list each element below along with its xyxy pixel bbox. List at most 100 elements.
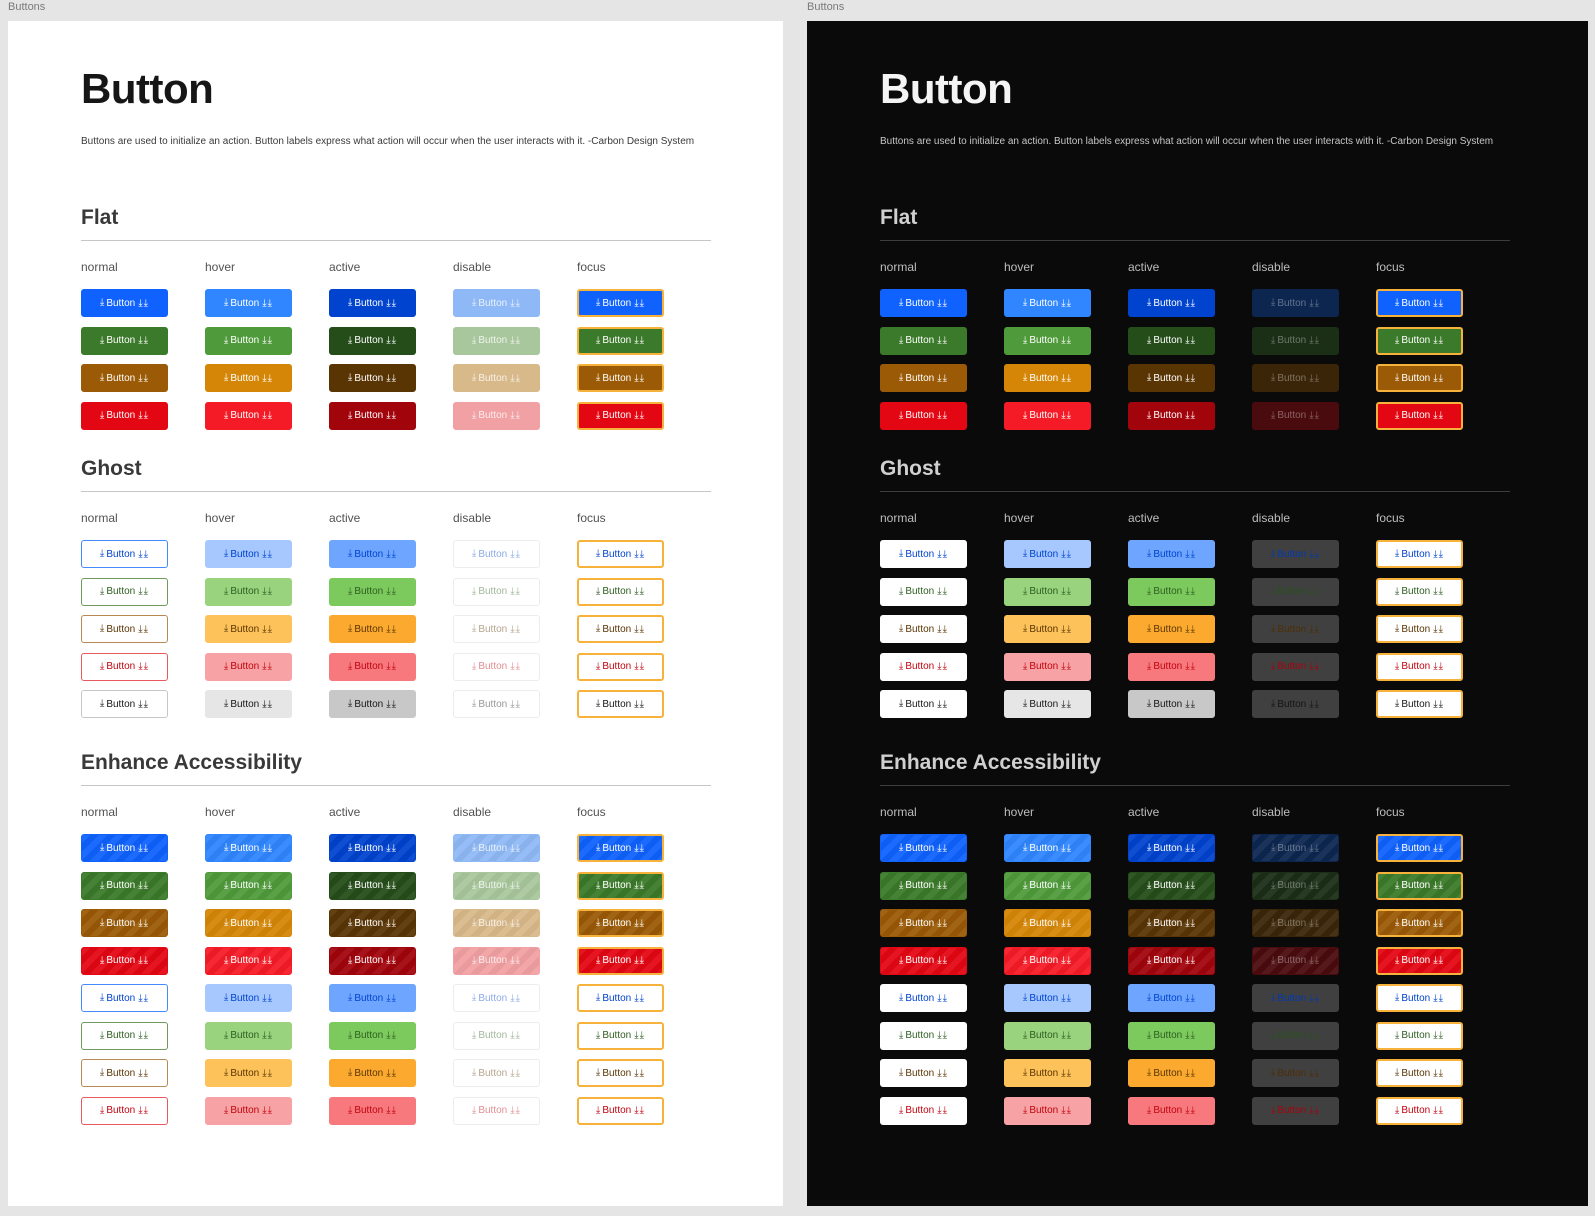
button-amber-normal[interactable]: ⤓ Button ⤓⤓ — [81, 364, 168, 392]
button-red-normal[interactable]: ⤓ Button ⤓⤓ — [880, 652, 967, 681]
button-blue-focus[interactable]: ⤓ Button ⤓⤓ — [577, 834, 664, 862]
button-green-normal[interactable]: ⤓ Button ⤓⤓ — [880, 326, 967, 355]
button-amber-active[interactable]: ⤓ Button ⤓⤓ — [329, 909, 416, 937]
button-green-hover[interactable]: ⤓ Button ⤓⤓ — [1004, 1021, 1091, 1050]
button-red-normal[interactable]: ⤓ Button ⤓⤓ — [880, 1096, 967, 1125]
button-amber-focus[interactable]: ⤓ Button ⤓⤓ — [577, 615, 664, 643]
button-blue-active[interactable]: ⤓ Button ⤓⤓ — [1128, 289, 1215, 317]
button-red-hover[interactable]: ⤓ Button ⤓⤓ — [1004, 401, 1091, 430]
button-red-normal[interactable]: ⤓ Button ⤓⤓ — [81, 946, 168, 975]
button-red-focus[interactable]: ⤓ Button ⤓⤓ — [1376, 1096, 1463, 1125]
button-blue-hover[interactable]: ⤓ Button ⤓⤓ — [1004, 289, 1091, 317]
button-amber-normal[interactable]: ⤓ Button ⤓⤓ — [880, 615, 967, 643]
button-red-hover[interactable]: ⤓ Button ⤓⤓ — [205, 946, 292, 975]
button-green-hover[interactable]: ⤓ Button ⤓⤓ — [205, 577, 292, 606]
button-green-normal[interactable]: ⤓ Button ⤓⤓ — [81, 871, 168, 900]
button-red-hover[interactable]: ⤓ Button ⤓⤓ — [205, 1096, 292, 1125]
button-amber-hover[interactable]: ⤓ Button ⤓⤓ — [205, 615, 292, 643]
button-green-hover[interactable]: ⤓ Button ⤓⤓ — [205, 871, 292, 900]
button-amber-focus[interactable]: ⤓ Button ⤓⤓ — [577, 909, 664, 937]
button-green-hover[interactable]: ⤓ Button ⤓⤓ — [205, 326, 292, 355]
button-green-active[interactable]: ⤓ Button ⤓⤓ — [1128, 577, 1215, 606]
button-red-focus[interactable]: ⤓ Button ⤓⤓ — [577, 401, 664, 430]
button-amber-normal[interactable]: ⤓ Button ⤓⤓ — [81, 909, 168, 937]
button-blue-focus[interactable]: ⤓ Button ⤓⤓ — [577, 289, 664, 317]
button-amber-hover[interactable]: ⤓ Button ⤓⤓ — [1004, 615, 1091, 643]
button-amber-active[interactable]: ⤓ Button ⤓⤓ — [329, 615, 416, 643]
button-green-hover[interactable]: ⤓ Button ⤓⤓ — [1004, 577, 1091, 606]
button-green-normal[interactable]: ⤓ Button ⤓⤓ — [880, 577, 967, 606]
button-green-focus[interactable]: ⤓ Button ⤓⤓ — [577, 1021, 664, 1050]
button-blue-focus[interactable]: ⤓ Button ⤓⤓ — [1376, 289, 1463, 317]
button-blue-normal[interactable]: ⤓ Button ⤓⤓ — [880, 984, 967, 1012]
button-amber-focus[interactable]: ⤓ Button ⤓⤓ — [1376, 1059, 1463, 1087]
button-red-hover[interactable]: ⤓ Button ⤓⤓ — [1004, 946, 1091, 975]
button-green-active[interactable]: ⤓ Button ⤓⤓ — [1128, 326, 1215, 355]
button-green-focus[interactable]: ⤓ Button ⤓⤓ — [577, 871, 664, 900]
button-blue-normal[interactable]: ⤓ Button ⤓⤓ — [880, 289, 967, 317]
button-blue-focus[interactable]: ⤓ Button ⤓⤓ — [1376, 834, 1463, 862]
button-blue-hover[interactable]: ⤓ Button ⤓⤓ — [205, 289, 292, 317]
button-red-active[interactable]: ⤓ Button ⤓⤓ — [329, 401, 416, 430]
button-red-normal[interactable]: ⤓ Button ⤓⤓ — [880, 946, 967, 975]
button-green-active[interactable]: ⤓ Button ⤓⤓ — [329, 326, 416, 355]
button-neutral-hover[interactable]: ⤓ Button ⤓⤓ — [205, 690, 292, 718]
button-amber-focus[interactable]: ⤓ Button ⤓⤓ — [1376, 364, 1463, 392]
button-green-normal[interactable]: ⤓ Button ⤓⤓ — [81, 577, 168, 606]
button-green-focus[interactable]: ⤓ Button ⤓⤓ — [1376, 871, 1463, 900]
button-red-normal[interactable]: ⤓ Button ⤓⤓ — [880, 401, 967, 430]
button-amber-hover[interactable]: ⤓ Button ⤓⤓ — [205, 909, 292, 937]
button-green-focus[interactable]: ⤓ Button ⤓⤓ — [1376, 577, 1463, 606]
button-amber-active[interactable]: ⤓ Button ⤓⤓ — [1128, 615, 1215, 643]
button-blue-active[interactable]: ⤓ Button ⤓⤓ — [1128, 834, 1215, 862]
button-red-normal[interactable]: ⤓ Button ⤓⤓ — [81, 401, 168, 430]
button-green-normal[interactable]: ⤓ Button ⤓⤓ — [81, 326, 168, 355]
button-amber-focus[interactable]: ⤓ Button ⤓⤓ — [577, 364, 664, 392]
button-amber-hover[interactable]: ⤓ Button ⤓⤓ — [1004, 909, 1091, 937]
button-amber-active[interactable]: ⤓ Button ⤓⤓ — [1128, 909, 1215, 937]
button-amber-normal[interactable]: ⤓ Button ⤓⤓ — [880, 1059, 967, 1087]
button-amber-focus[interactable]: ⤓ Button ⤓⤓ — [1376, 615, 1463, 643]
button-green-active[interactable]: ⤓ Button ⤓⤓ — [329, 1021, 416, 1050]
button-amber-normal[interactable]: ⤓ Button ⤓⤓ — [81, 615, 168, 643]
button-green-normal[interactable]: ⤓ Button ⤓⤓ — [81, 1021, 168, 1050]
button-neutral-normal[interactable]: ⤓ Button ⤓⤓ — [81, 690, 168, 718]
button-amber-normal[interactable]: ⤓ Button ⤓⤓ — [880, 909, 967, 937]
button-red-active[interactable]: ⤓ Button ⤓⤓ — [329, 1096, 416, 1125]
button-amber-active[interactable]: ⤓ Button ⤓⤓ — [1128, 364, 1215, 392]
button-green-hover[interactable]: ⤓ Button ⤓⤓ — [1004, 326, 1091, 355]
button-green-normal[interactable]: ⤓ Button ⤓⤓ — [880, 1021, 967, 1050]
button-blue-active[interactable]: ⤓ Button ⤓⤓ — [1128, 984, 1215, 1012]
button-red-focus[interactable]: ⤓ Button ⤓⤓ — [577, 652, 664, 681]
button-blue-normal[interactable]: ⤓ Button ⤓⤓ — [81, 540, 168, 568]
button-red-hover[interactable]: ⤓ Button ⤓⤓ — [1004, 1096, 1091, 1125]
button-blue-hover[interactable]: ⤓ Button ⤓⤓ — [1004, 540, 1091, 568]
button-blue-focus[interactable]: ⤓ Button ⤓⤓ — [1376, 984, 1463, 1012]
button-amber-hover[interactable]: ⤓ Button ⤓⤓ — [205, 364, 292, 392]
button-blue-normal[interactable]: ⤓ Button ⤓⤓ — [880, 540, 967, 568]
button-red-active[interactable]: ⤓ Button ⤓⤓ — [1128, 946, 1215, 975]
button-amber-focus[interactable]: ⤓ Button ⤓⤓ — [1376, 909, 1463, 937]
button-green-focus[interactable]: ⤓ Button ⤓⤓ — [1376, 326, 1463, 355]
button-green-active[interactable]: ⤓ Button ⤓⤓ — [329, 871, 416, 900]
button-green-normal[interactable]: ⤓ Button ⤓⤓ — [880, 871, 967, 900]
button-red-hover[interactable]: ⤓ Button ⤓⤓ — [205, 652, 292, 681]
button-green-focus[interactable]: ⤓ Button ⤓⤓ — [577, 577, 664, 606]
button-neutral-focus[interactable]: ⤓ Button ⤓⤓ — [1376, 690, 1463, 718]
button-red-active[interactable]: ⤓ Button ⤓⤓ — [329, 946, 416, 975]
button-red-normal[interactable]: ⤓ Button ⤓⤓ — [81, 652, 168, 681]
button-red-normal[interactable]: ⤓ Button ⤓⤓ — [81, 1096, 168, 1125]
button-amber-normal[interactable]: ⤓ Button ⤓⤓ — [81, 1059, 168, 1087]
button-red-active[interactable]: ⤓ Button ⤓⤓ — [329, 652, 416, 681]
button-red-focus[interactable]: ⤓ Button ⤓⤓ — [1376, 401, 1463, 430]
button-neutral-normal[interactable]: ⤓ Button ⤓⤓ — [880, 690, 967, 718]
button-amber-hover[interactable]: ⤓ Button ⤓⤓ — [205, 1059, 292, 1087]
button-neutral-active[interactable]: ⤓ Button ⤓⤓ — [329, 690, 416, 718]
button-blue-active[interactable]: ⤓ Button ⤓⤓ — [329, 834, 416, 862]
button-blue-focus[interactable]: ⤓ Button ⤓⤓ — [577, 984, 664, 1012]
button-blue-active[interactable]: ⤓ Button ⤓⤓ — [329, 540, 416, 568]
button-red-focus[interactable]: ⤓ Button ⤓⤓ — [1376, 652, 1463, 681]
button-blue-normal[interactable]: ⤓ Button ⤓⤓ — [81, 984, 168, 1012]
button-amber-active[interactable]: ⤓ Button ⤓⤓ — [1128, 1059, 1215, 1087]
button-green-hover[interactable]: ⤓ Button ⤓⤓ — [1004, 871, 1091, 900]
